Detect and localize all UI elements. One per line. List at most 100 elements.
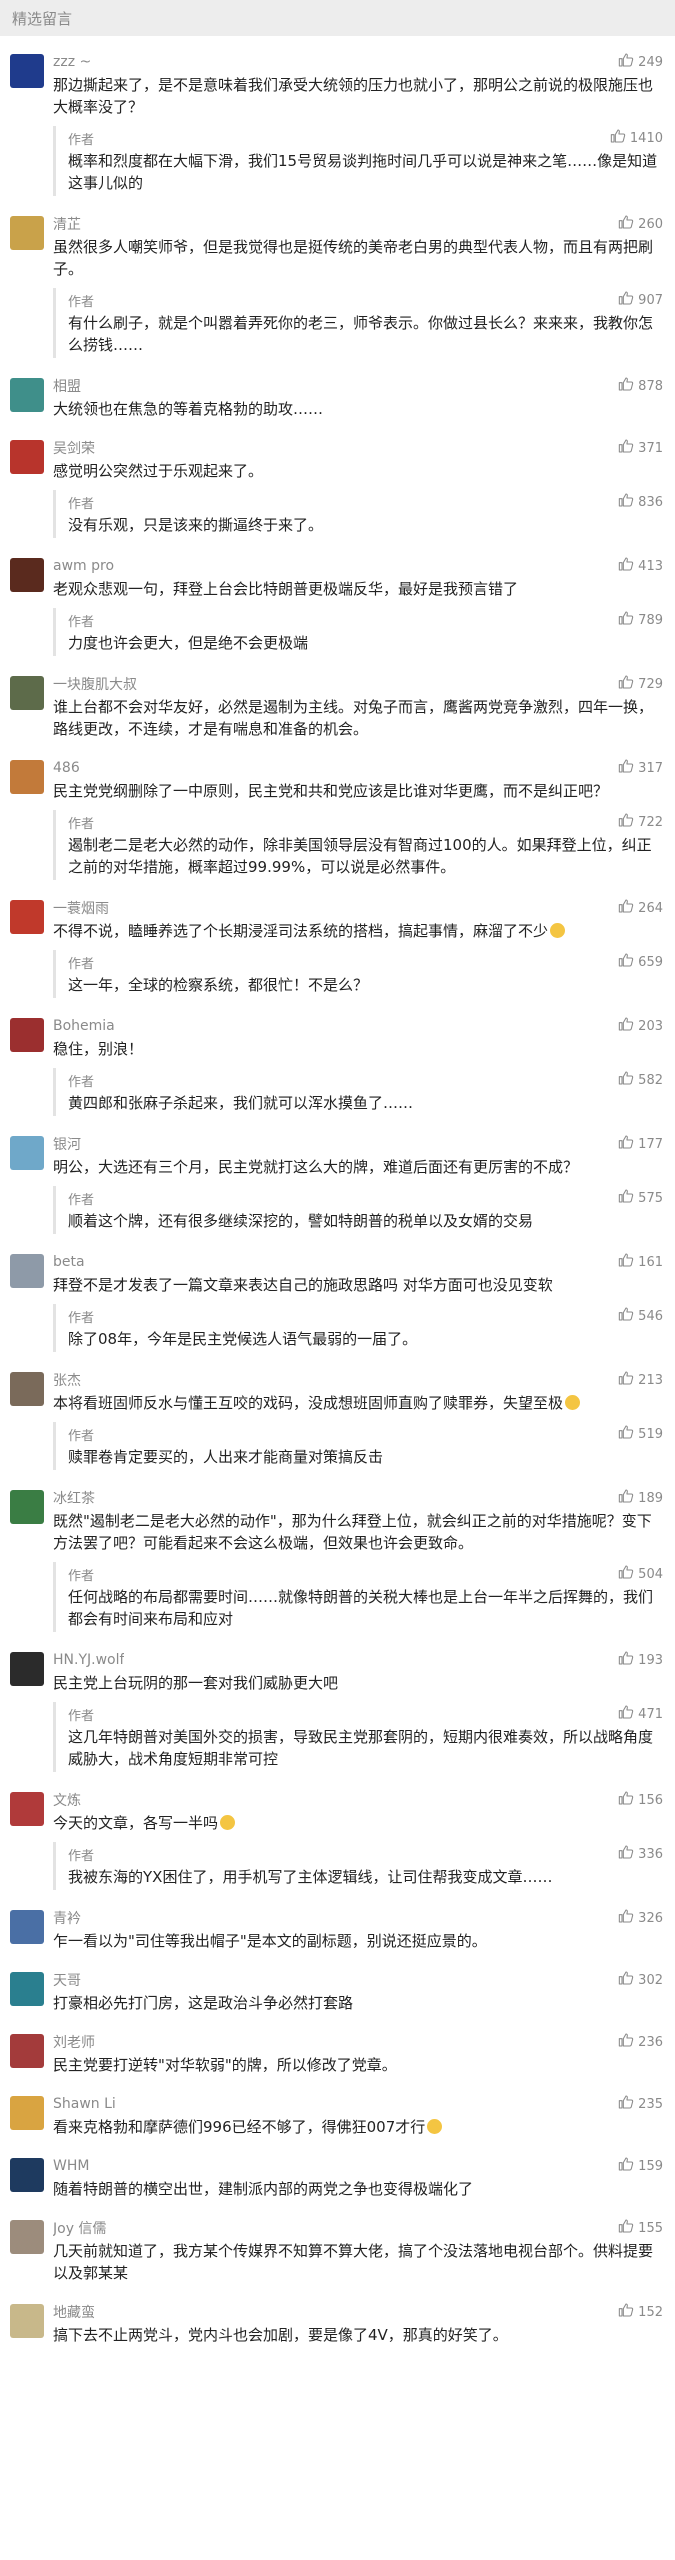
comment-item: 一蓑烟雨 264 不得不说，瞌睡养选了个长期浸淫司法系统的搭档，搞起事情，麻溜了不少…	[0, 890, 675, 1008]
comment-body: 一蓑烟雨 264 不得不说，瞌睡养选了个长期浸淫司法系统的搭档，搞起事情，麻溜了不少…	[53, 898, 663, 998]
like-count: 213	[638, 1372, 663, 1388]
avatar[interactable]	[10, 2034, 44, 2068]
reply-like-button[interactable]: 546	[618, 1306, 663, 1326]
comment-text: 打豪相必先打门房，这是政治斗争必然打套路	[53, 1992, 663, 2014]
reply-like-button[interactable]: 336	[618, 1844, 663, 1864]
avatar[interactable]	[10, 1652, 44, 1686]
reply-like-button[interactable]: 519	[618, 1424, 663, 1444]
avatar[interactable]	[10, 1792, 44, 1826]
reply-text: 力度也许会更大，但是绝不会更极端	[68, 634, 309, 652]
like-button[interactable]: 159	[618, 2156, 663, 2176]
like-button[interactable]: 878	[618, 376, 663, 396]
commenter-name[interactable]: Joy 信儒	[53, 2218, 106, 2238]
avatar[interactable]	[10, 760, 44, 794]
thumbs-up-icon	[618, 1252, 638, 1272]
commenter-name[interactable]: 青衿	[53, 1908, 81, 1928]
commenter-name[interactable]: 银河	[53, 1134, 81, 1154]
avatar[interactable]	[10, 54, 44, 88]
avatar[interactable]	[10, 1372, 44, 1406]
author-reply: 作者 789 力度也许会更大，但是绝不会更极端	[53, 608, 663, 656]
reply-like-button[interactable]: 659	[618, 952, 663, 972]
avatar[interactable]	[10, 900, 44, 934]
avatar[interactable]	[10, 1490, 44, 1524]
reply-like-button[interactable]: 789	[618, 610, 663, 630]
comment-header: 文炼 156	[53, 1790, 663, 1810]
commenter-name[interactable]: Shawn Li	[53, 2096, 116, 2112]
avatar[interactable]	[10, 2304, 44, 2338]
avatar[interactable]	[10, 1972, 44, 2006]
commenter-name[interactable]: 相盟	[53, 376, 81, 396]
commenter-name[interactable]: WHM	[53, 2158, 89, 2174]
like-button[interactable]: 264	[618, 898, 663, 918]
comment-header: Bohemia 203	[53, 1016, 663, 1036]
reply-like-count: 659	[638, 954, 663, 970]
commenter-name[interactable]: beta	[53, 1254, 85, 1270]
reply-like-button[interactable]: 1410	[610, 128, 663, 148]
comment-item: awm pro 413 老观众悲观一句，拜登上台会比特朗普更极端反华，最好是我预言错…	[0, 548, 675, 666]
commenter-name[interactable]: 486	[53, 760, 80, 776]
like-button[interactable]: 193	[618, 1650, 663, 1670]
comment-item: 相盟 878 大统领也在焦急的等着克格勃的助攻……	[0, 368, 675, 430]
like-button[interactable]: 236	[618, 2032, 663, 2052]
reply-like-button[interactable]: 722	[618, 812, 663, 832]
thumbs-up-icon	[618, 438, 638, 458]
like-button[interactable]: 413	[618, 556, 663, 576]
commenter-name[interactable]: 文炼	[53, 1790, 81, 1810]
like-button[interactable]: 156	[618, 1790, 663, 1810]
commenter-name[interactable]: Bohemia	[53, 1018, 115, 1034]
commenter-name[interactable]: 一蓑烟雨	[53, 898, 109, 918]
reply-like-button[interactable]: 471	[618, 1704, 663, 1724]
reply-like-button[interactable]: 504	[618, 1564, 663, 1584]
avatar[interactable]	[10, 2158, 44, 2192]
like-button[interactable]: 302	[618, 1970, 663, 1990]
avatar[interactable]	[10, 558, 44, 592]
reply-like-button[interactable]: 836	[618, 492, 663, 512]
avatar[interactable]	[10, 440, 44, 474]
like-button[interactable]: 152	[618, 2302, 663, 2322]
commenter-name[interactable]: 刘老师	[53, 2032, 95, 2052]
reply-like-count: 907	[638, 292, 663, 308]
reply-like-button[interactable]: 907	[618, 290, 663, 310]
like-button[interactable]: 260	[618, 214, 663, 234]
thumbs-up-icon	[618, 812, 638, 832]
like-count: 260	[638, 216, 663, 232]
commenter-name[interactable]: zzz ~	[53, 54, 91, 70]
commenter-name[interactable]: 冰红茶	[53, 1488, 95, 1508]
like-button[interactable]: 161	[618, 1252, 663, 1272]
avatar[interactable]	[10, 2220, 44, 2254]
like-button[interactable]: 213	[618, 1370, 663, 1390]
comment-body: 文炼 156 今天的文章，各写一半吗 作者 336 我被东海的YX困住了，用手机写了主体逻…	[53, 1790, 663, 1890]
comment-header: beta 161	[53, 1252, 663, 1272]
avatar[interactable]	[10, 1254, 44, 1288]
like-button[interactable]: 203	[618, 1016, 663, 1036]
comment-body: Joy 信儒 155 几天前就知道了，我方某个传媒界不知算不算大佬，搞了个没法落地电…	[53, 2218, 663, 2284]
comment-text: 谁上台都不会对华友好，必然是遏制为主线。对兔子而言，鹰酱两党竞争激烈，四年一换，…	[53, 696, 663, 740]
emoji-icon	[427, 2119, 443, 2134]
like-button[interactable]: 235	[618, 2094, 663, 2114]
avatar[interactable]	[10, 1910, 44, 1944]
avatar[interactable]	[10, 676, 44, 710]
reply-like-button[interactable]: 575	[618, 1188, 663, 1208]
commenter-name[interactable]: 吴剑荣	[53, 438, 95, 458]
like-button[interactable]: 177	[618, 1134, 663, 1154]
like-button[interactable]: 729	[618, 674, 663, 694]
avatar[interactable]	[10, 378, 44, 412]
like-button[interactable]: 189	[618, 1488, 663, 1508]
avatar[interactable]	[10, 216, 44, 250]
like-button[interactable]: 249	[618, 52, 663, 72]
reply-like-button[interactable]: 582	[618, 1070, 663, 1090]
commenter-name[interactable]: 一块腹肌大叔	[53, 674, 137, 694]
avatar[interactable]	[10, 2096, 44, 2130]
commenter-name[interactable]: HN.YJ.wolf	[53, 1652, 124, 1668]
like-button[interactable]: 317	[618, 758, 663, 778]
like-button[interactable]: 155	[618, 2218, 663, 2238]
commenter-name[interactable]: 清芷	[53, 214, 81, 234]
avatar[interactable]	[10, 1136, 44, 1170]
commenter-name[interactable]: 张杰	[53, 1370, 81, 1390]
commenter-name[interactable]: awm pro	[53, 558, 114, 574]
like-button[interactable]: 371	[618, 438, 663, 458]
commenter-name[interactable]: 天哥	[53, 1970, 81, 1990]
avatar[interactable]	[10, 1018, 44, 1052]
commenter-name[interactable]: 地藏蛮	[53, 2302, 95, 2322]
like-button[interactable]: 326	[618, 1908, 663, 1928]
